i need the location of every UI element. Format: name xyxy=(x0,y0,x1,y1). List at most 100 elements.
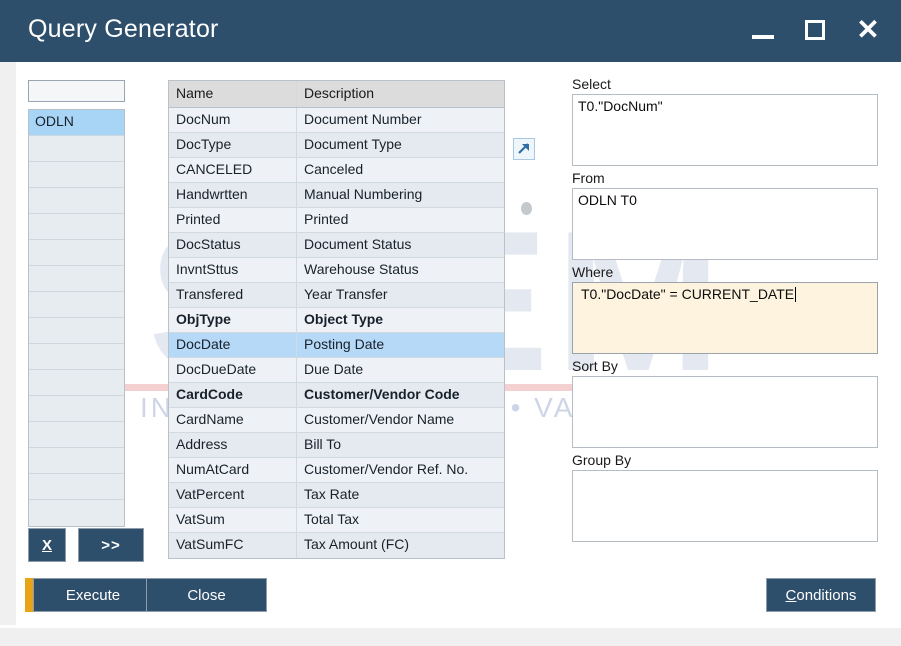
close-button[interactable]: Close xyxy=(146,578,267,612)
table-row[interactable]: DocDueDate Due Date xyxy=(169,358,504,383)
field-name-cell: DocType xyxy=(169,133,297,157)
table-row[interactable]: Address Bill To xyxy=(169,433,504,458)
table-list-item[interactable] xyxy=(29,240,124,266)
field-description-cell: Manual Numbering xyxy=(304,186,423,202)
table-list-item[interactable] xyxy=(29,474,124,500)
field-name-cell: InvntSttus xyxy=(169,258,297,282)
field-description-cell: Year Transfer xyxy=(304,286,388,302)
table-list-item[interactable] xyxy=(29,162,124,188)
table-row[interactable]: CANCELED Canceled xyxy=(169,158,504,183)
table-row[interactable]: DocDate Posting Date xyxy=(169,333,504,358)
field-description-cell: Warehouse Status xyxy=(304,261,419,277)
table-list-item[interactable] xyxy=(29,292,124,318)
conditions-label-rest: onditions xyxy=(796,586,857,604)
table-list-item[interactable] xyxy=(29,318,124,344)
group-by-label: Group By xyxy=(572,452,632,468)
field-description-cell: Customer/Vendor Code xyxy=(304,386,460,402)
select-field-group: Select T0."DocNum" xyxy=(572,76,878,166)
field-description-cell: Tax Amount (FC) xyxy=(304,536,410,552)
table-list-item[interactable] xyxy=(29,344,124,370)
sort-by-input[interactable] xyxy=(572,376,878,448)
group-by-field-group: Group By xyxy=(572,452,878,542)
sort-by-field-group: Sort By xyxy=(572,358,878,448)
field-name-cell: DocNum xyxy=(169,108,297,132)
column-header: Name xyxy=(169,81,297,107)
table-list-item[interactable]: ODLN xyxy=(29,110,124,136)
clear-selection-label: X xyxy=(41,536,52,554)
table-row[interactable]: Printed Printed xyxy=(169,208,504,233)
field-name-cell: ObjType xyxy=(169,308,297,332)
table-row[interactable]: NumAtCard Customer/Vendor Ref. No. xyxy=(169,458,504,483)
field-description-cell: Total Tax xyxy=(304,511,359,527)
table-list-item[interactable] xyxy=(29,188,124,214)
table-list-item[interactable] xyxy=(29,370,124,396)
field-name-cell: CardCode xyxy=(169,383,297,407)
field-description-cell: Due Date xyxy=(304,361,364,377)
bottom-margin-strip xyxy=(0,628,901,646)
window-titlebar: Query Generator ✕ xyxy=(0,0,901,62)
field-name-cell: CANCELED xyxy=(169,158,297,182)
field-name-cell: VatSumFC xyxy=(169,533,297,558)
table-search-input[interactable] xyxy=(28,80,125,102)
table-row[interactable]: VatPercent Tax Rate xyxy=(169,483,504,508)
table-list-item[interactable] xyxy=(29,266,124,292)
clear-selection-button[interactable]: X xyxy=(28,528,66,562)
window-body: STEM ® INNOVATION • DESIGN • VALUE www.s… xyxy=(0,62,901,646)
table-row[interactable]: Transfered Year Transfer xyxy=(169,283,504,308)
table-list[interactable]: ODLN xyxy=(28,109,125,527)
add-field-button[interactable]: >> xyxy=(78,528,144,562)
table-row[interactable]: DocType Document Type xyxy=(169,133,504,158)
from-field-group: From ODLN T0 xyxy=(572,170,878,260)
table-row[interactable]: CardName Customer/Vendor Name xyxy=(169,408,504,433)
execute-accent-bar xyxy=(25,578,33,612)
expand-arrow-icon[interactable] xyxy=(513,138,535,160)
table-list-item[interactable] xyxy=(29,136,124,162)
field-name-cell: NumAtCard xyxy=(169,458,297,482)
field-description-cell: Canceled xyxy=(304,161,364,177)
field-name-cell: Transfered xyxy=(169,283,297,307)
from-input[interactable]: ODLN T0 xyxy=(572,188,878,260)
column-header: Description xyxy=(304,85,375,101)
list-action-buttons: X >> xyxy=(28,528,144,562)
minimize-icon[interactable] xyxy=(749,16,779,46)
table-row[interactable]: VatSumFC Tax Amount (FC) xyxy=(169,533,504,558)
table-list-item[interactable] xyxy=(29,214,124,240)
where-field-group: Where T0."DocDate" = CURRENT_DATE xyxy=(572,264,878,354)
field-description-cell: Bill To xyxy=(304,436,342,452)
field-description-cell: Customer/Vendor Ref. No. xyxy=(304,461,469,477)
field-name-cell: Handwrtten xyxy=(169,183,297,207)
where-input[interactable]: T0."DocDate" = CURRENT_DATE xyxy=(572,282,878,354)
table-list-item[interactable] xyxy=(29,396,124,422)
table-row[interactable]: Handwrtten Manual Numbering xyxy=(169,183,504,208)
footer-button-bar: Execute Close Conditions xyxy=(0,566,901,628)
left-margin-strip xyxy=(0,62,16,625)
table-list-item[interactable] xyxy=(29,448,124,474)
field-description-cell: Document Status xyxy=(304,236,412,252)
maximize-icon[interactable] xyxy=(801,16,831,46)
where-label: Where xyxy=(572,264,614,280)
table-row[interactable]: VatSum Total Tax xyxy=(169,508,504,533)
table-row[interactable]: InvntSttus Warehouse Status xyxy=(169,258,504,283)
group-by-input[interactable] xyxy=(572,470,878,542)
table-list-item[interactable] xyxy=(29,422,124,448)
fields-table[interactable]: Name Description DocNum Document Number DocT… xyxy=(168,80,505,559)
field-name-cell: CardName xyxy=(169,408,297,432)
conditions-button[interactable]: Conditions xyxy=(766,578,876,612)
close-icon[interactable]: ✕ xyxy=(853,16,883,46)
select-input[interactable]: T0."DocNum" xyxy=(572,94,878,166)
field-description-cell: Posting Date xyxy=(304,336,385,352)
table-row[interactable]: DocStatus Document Status xyxy=(169,233,504,258)
field-name-cell: DocStatus xyxy=(169,233,297,257)
field-description-cell: Printed xyxy=(304,211,349,227)
table-row[interactable]: ObjType Object Type xyxy=(169,308,504,333)
table-row[interactable]: DocNum Document Number xyxy=(169,108,504,133)
execute-button[interactable]: Execute xyxy=(33,578,153,612)
table-row[interactable]: CardCode Customer/Vendor Code xyxy=(169,383,504,408)
table-list-item[interactable] xyxy=(29,500,124,526)
field-name-cell: DocDate xyxy=(169,333,297,357)
select-label: Select xyxy=(572,76,611,92)
field-description-cell: Document Number xyxy=(304,111,422,127)
query-generator-window: Query Generator ✕ STEM ® INNOVATION • DE… xyxy=(0,0,901,646)
text-cursor xyxy=(795,287,797,302)
conditions-accel-letter: C xyxy=(785,586,797,604)
